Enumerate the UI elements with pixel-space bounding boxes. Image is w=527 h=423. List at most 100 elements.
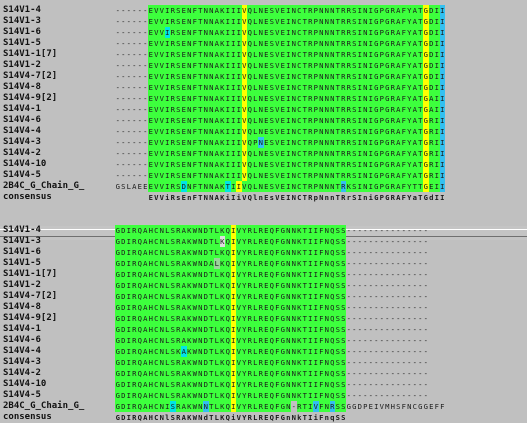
residue-track: EVViRsEnFTNNAKiIiVQlnEsVEINCTRpNnnTRrSIn… <box>115 192 445 203</box>
alignment-pane-bottom[interactable]: S14V1-4 G D I R Q A H C N L S R A K W N D T L K Q I V Y R L R E Q F G N N… <box>0 225 527 422</box>
sequence-name: S14V4-1 <box>3 324 41 334</box>
residue-cell: I <box>439 170 445 181</box>
residue-cell: I <box>439 137 445 148</box>
residue-track: GDIRQAHCNlSRAKWNdTLKQiVYRLREQFGnNkTIiFnq… <box>115 412 346 423</box>
residue-track: GDIRQAHCNLSRAKWNDTLKQIVYRLREQFGNNKTIIFNQ… <box>115 291 429 302</box>
residue-track: ------EVVIRSENFTNNAKIIIVQLNESVEINCTRPNNN… <box>115 16 445 27</box>
sequence-name: S14V4-10 <box>3 379 47 389</box>
residue-cell: I <box>439 93 445 104</box>
residue-track: GDIRQAHCNLSRAKWNDTLKQIVYRLREQFGNNKTIIFNQ… <box>115 269 429 280</box>
residue-track: GDIRQAHCNLSRAKWNDTLKQIVYRLREQFGNNKTIIFNQ… <box>115 247 429 258</box>
sequence-name: S14V1-3 <box>3 16 41 26</box>
sequence-name: S14V4-5 <box>3 390 41 400</box>
residue-track: GDIRQAHCNLSRAKWNDTLKQIVYRLREQFGNNKTIIFNQ… <box>115 335 429 346</box>
residue-track: ------EVVIRSENFTNNAKIIIVQLNESVEINCTRPNNN… <box>115 82 445 93</box>
residue-cell: I <box>439 49 445 60</box>
residue-cell: - <box>423 259 428 268</box>
sequence-name: S14V1-1[7] <box>3 269 58 279</box>
residue-track: GDIRQAHCNLSRAKWNDALKQIVYRLREQFGNNKTIIFNQ… <box>115 258 429 269</box>
sequence-name: S14V1-4 <box>3 5 41 15</box>
sequence-name: S14V1-2 <box>3 60 41 70</box>
residue-cell: I <box>439 16 445 27</box>
residue-cell: I <box>439 148 445 159</box>
residue-track: GDIRQAHCNLSRAKWNDTLKQIVYRLREQFGNNKTIIFNQ… <box>115 357 429 368</box>
residue-track: GDIRQAHCNLSRAKWNDTLKQIVYRLREQFGNNKTIIFNQ… <box>115 313 429 324</box>
sequence-name: S14V4-1 <box>3 104 41 114</box>
residue-track: GDIRQAHCNISRAKWNNTLKQIVYRLREQFGN-RTIVFNR… <box>115 401 445 412</box>
residue-track: GDIRQAHCNLSRAKWNDTLKQIVYRLREQFGNNKTIIFNQ… <box>115 225 429 236</box>
residue-cell: I <box>439 71 445 82</box>
residue-cell: - <box>423 391 428 400</box>
residue-cell: I <box>439 60 445 71</box>
residue-cell: I <box>439 126 445 137</box>
sequence-name: S14V4-9[2] <box>3 313 58 323</box>
residue-cell: - <box>423 347 428 356</box>
sequence-name: S14V1-6 <box>3 247 41 257</box>
residue-cell: F <box>440 402 445 411</box>
residue-cell: - <box>423 369 428 378</box>
sequence-name: S14V4-9[2] <box>3 93 58 103</box>
residue-track: ------EVVIRSENFTNNAKIIIVQLNESVEINCTRPNNN… <box>115 27 445 38</box>
residue-cell: S <box>341 413 346 422</box>
residue-cell: I <box>439 159 445 170</box>
sequence-name: consensus <box>3 192 52 202</box>
sequence-name: 2B4C_G_Chain_G_ <box>3 181 85 191</box>
residue-cell: I <box>439 5 445 16</box>
residue-cell: I <box>439 115 445 126</box>
residue-track: ------EVVIRSENFTNNAKIIIVQLNESVEINCTRPNNN… <box>115 71 445 82</box>
alignment-pane-top[interactable]: S14V1-4 - - - - - - E V V I R S E N F T N N A K I I I V Q L N E S V E I N… <box>0 0 527 226</box>
residue-cell: - <box>423 314 428 323</box>
residue-track: GDIRQAHCNLSRAKWNDTLKQIVYRLREQFGNNKTIIFNQ… <box>115 379 429 390</box>
residue-cell: I <box>439 181 445 192</box>
residue-track: ------EVVIRSENFTNNAKIIIVQLNESVEINCTRPNNN… <box>115 104 445 115</box>
residue-track: GDIRQAHCNLSKAKWNDTLKQIVYRLREQFGNNKTIIFNQ… <box>115 346 429 357</box>
residue-track: GDIRQAHCNLSRAKWNDTLKQIVYRLREQFGNNKTIIFNQ… <box>115 390 429 401</box>
residue-cell: - <box>423 237 428 246</box>
residue-cell: - <box>423 248 428 257</box>
residue-track: ------EVVIRSENFTNNAKIIIVQPNESVEINCTRPNNN… <box>115 137 445 148</box>
sequence-name: S14V1-2 <box>3 280 41 290</box>
residue-cell: - <box>423 325 428 334</box>
residue-track: ------EVVIRSENFTNNAKIIIVQLNESVEINCTRPNNN… <box>115 126 445 137</box>
residue-track: GDIRQAHCNLSRAKWNDTLKQIVYRLREQFGNNKTIIFNQ… <box>115 324 429 335</box>
sequence-name: S14V4-2 <box>3 368 41 378</box>
sequence-name: S14V4-8 <box>3 82 41 92</box>
sequence-name: S14V4-4 <box>3 126 41 136</box>
residue-cell: - <box>423 380 428 389</box>
sequence-name: S14V1-3 <box>3 236 41 246</box>
residue-track: ------EVVIRSENFTNNAKIIIVQLNESVEINCTRPNNN… <box>115 148 445 159</box>
sequence-name: 2B4C_G_Chain_G_ <box>3 401 85 411</box>
sequence-name: S14V4-7[2] <box>3 71 58 81</box>
residue-cell: I <box>439 104 445 115</box>
residue-track: GDIRQAHCNLSRAKWNDTLKQIVYRLREQFGNNKTIIFNQ… <box>115 280 429 291</box>
residue-track: ------EVVIRSENFTNNAKIIIVQLNESVEINCTRPNNN… <box>115 159 445 170</box>
residue-track: ------EVVIRSENFTNNAKIIIVQLNESVEINCTRPNNN… <box>115 170 445 181</box>
sequence-name: S14V1-5 <box>3 38 41 48</box>
residue-track: GDIRQAHCNLSRAKWNDTLKQIVYRLREQFGNNKTIIFNQ… <box>115 368 429 379</box>
residue-cell: - <box>423 303 428 312</box>
sequence-name: S14V1-5 <box>3 258 41 268</box>
residue-cell: - <box>423 270 428 279</box>
residue-track: ------EVVIRSENFTNNAKIIIVQLNESVEINCTRPNNN… <box>115 93 445 104</box>
sequence-name: S14V4-6 <box>3 115 41 125</box>
residue-cell: - <box>423 292 428 301</box>
residue-cell: - <box>423 281 428 290</box>
sequence-name: S14V4-3 <box>3 357 41 367</box>
residue-track: GDIRQAHCNLSRAKWNDTLKQIVYRLREQFGNNKTIIFNQ… <box>115 236 429 247</box>
sequence-name: S14V4-6 <box>3 335 41 345</box>
sequence-name: S14V4-8 <box>3 302 41 312</box>
residue-cell: I <box>440 193 445 202</box>
residue-track: ------EVVIRSENFTNNAKIIIVQLNESVEINCTRPNNN… <box>115 5 445 16</box>
residue-track: ------EVVIRSENFTNNAKIIIVQLNESVEINCTRPNNN… <box>115 60 445 71</box>
sequence-name: S14V4-2 <box>3 148 41 158</box>
residue-track: GDIRQAHCNLSRAKWNDTLKQIVYRLREQFGNNKTIIFNQ… <box>115 302 429 313</box>
residue-cell: - <box>423 358 428 367</box>
sequence-name: S14V4-3 <box>3 137 41 147</box>
sequence-name: S14V1-6 <box>3 27 41 37</box>
sequence-name: S14V4-10 <box>3 159 47 169</box>
residue-cell: I <box>439 82 445 93</box>
sequence-name: S14V4-4 <box>3 346 41 356</box>
sequence-name: S14V1-1[7] <box>3 49 58 59</box>
sequence-name: S14V1-4 <box>3 225 41 235</box>
sequence-name: S14V4-7[2] <box>3 291 58 301</box>
